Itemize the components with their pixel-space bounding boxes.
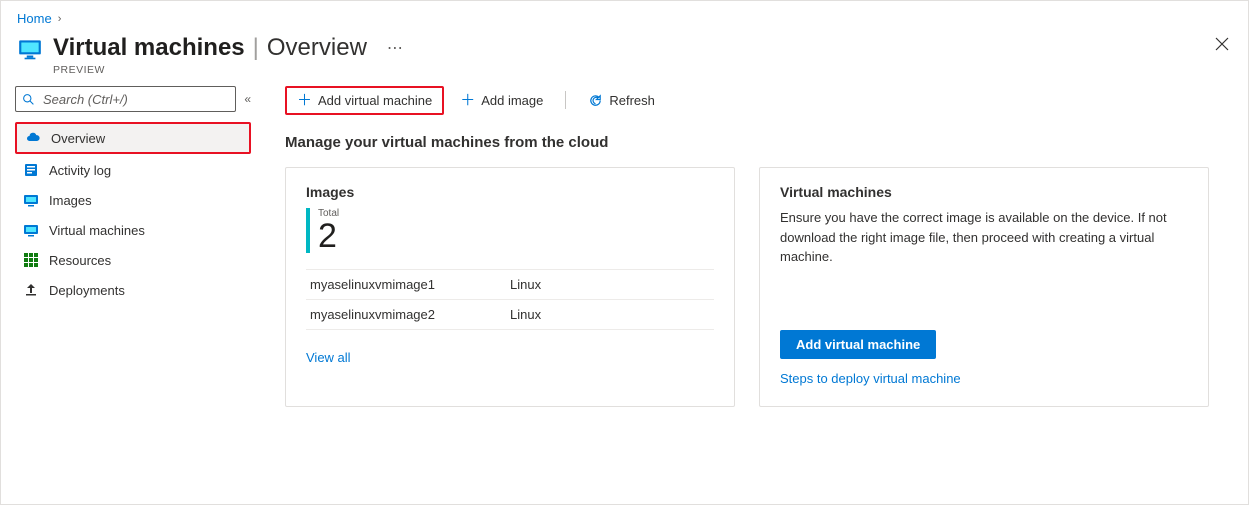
card-description: Ensure you have the correct image is ava… — [780, 208, 1188, 267]
vm-icon — [23, 222, 39, 238]
sidebar: « Overview Activity log Images Virtual m… — [1, 80, 261, 493]
upload-icon — [23, 282, 39, 298]
log-icon — [23, 162, 39, 178]
refresh-icon — [588, 93, 603, 108]
add-virtual-machine-primary-button[interactable]: Add virtual machine — [780, 330, 936, 359]
cloud-icon — [25, 130, 41, 146]
page-header: Virtual machines | Overview ⋯ PREVIEW — [1, 26, 1248, 80]
table-row[interactable]: myaselinuxvmimage2 Linux — [306, 300, 714, 330]
more-icon[interactable]: ⋯ — [387, 38, 403, 58]
add-virtual-machine-button[interactable]: ＋ Add virtual machine — [285, 86, 444, 115]
toolbar-divider — [565, 91, 566, 109]
images-icon — [23, 192, 39, 208]
grid-icon — [23, 252, 39, 268]
table-row[interactable]: myaselinuxvmimage1 Linux — [306, 269, 714, 300]
sidebar-item-virtual-machines[interactable]: Virtual machines — [15, 216, 251, 244]
breadcrumb: Home › — [1, 1, 1248, 26]
images-card: Images Total 2 myaselinuxvmimage1 Linux … — [285, 167, 735, 407]
chevron-right-icon: › — [58, 13, 62, 25]
sidebar-item-label: Overview — [51, 131, 105, 146]
sidebar-item-resources[interactable]: Resources — [15, 246, 251, 274]
add-image-button[interactable]: ＋ Add image — [450, 88, 553, 113]
plus-icon: ＋ — [460, 93, 475, 108]
toolbar: ＋ Add virtual machine ＋ Add image Refres… — [285, 80, 1234, 120]
sidebar-item-label: Virtual machines — [49, 223, 145, 238]
steps-link[interactable]: Steps to deploy virtual machine — [780, 371, 1188, 386]
page-title: Virtual machines | Overview — [53, 34, 367, 62]
collapse-sidebar-icon[interactable]: « — [244, 92, 251, 106]
sidebar-item-images[interactable]: Images — [15, 186, 251, 214]
sidebar-item-overview[interactable]: Overview — [15, 122, 251, 154]
images-list: myaselinuxvmimage1 Linux myaselinuxvmima… — [306, 269, 714, 330]
preview-badge: PREVIEW — [53, 64, 403, 76]
plus-icon: ＋ — [297, 93, 312, 108]
sidebar-item-label: Deployments — [49, 283, 125, 298]
sidebar-item-deployments[interactable]: Deployments — [15, 276, 251, 304]
main-content: ＋ Add virtual machine ＋ Add image Refres… — [261, 80, 1248, 493]
search-input[interactable] — [41, 91, 229, 108]
card-title: Virtual machines — [780, 184, 1188, 200]
sidebar-item-activity-log[interactable]: Activity log — [15, 156, 251, 184]
sidebar-item-label: Resources — [49, 253, 111, 268]
refresh-button[interactable]: Refresh — [578, 88, 665, 113]
total-count: Total 2 — [306, 208, 714, 253]
sidebar-item-label: Activity log — [49, 163, 111, 178]
virtual-machines-card: Virtual machines Ensure you have the cor… — [759, 167, 1209, 407]
sidebar-item-label: Images — [49, 193, 92, 208]
search-input-wrap[interactable] — [15, 86, 236, 112]
breadcrumb-home[interactable]: Home — [17, 11, 52, 26]
virtual-machine-icon — [17, 36, 43, 62]
page-subtitle: Manage your virtual machines from the cl… — [285, 134, 1234, 151]
search-icon — [22, 93, 35, 106]
card-title: Images — [306, 184, 714, 200]
view-all-link[interactable]: View all — [306, 350, 714, 365]
close-icon[interactable] — [1214, 36, 1230, 52]
